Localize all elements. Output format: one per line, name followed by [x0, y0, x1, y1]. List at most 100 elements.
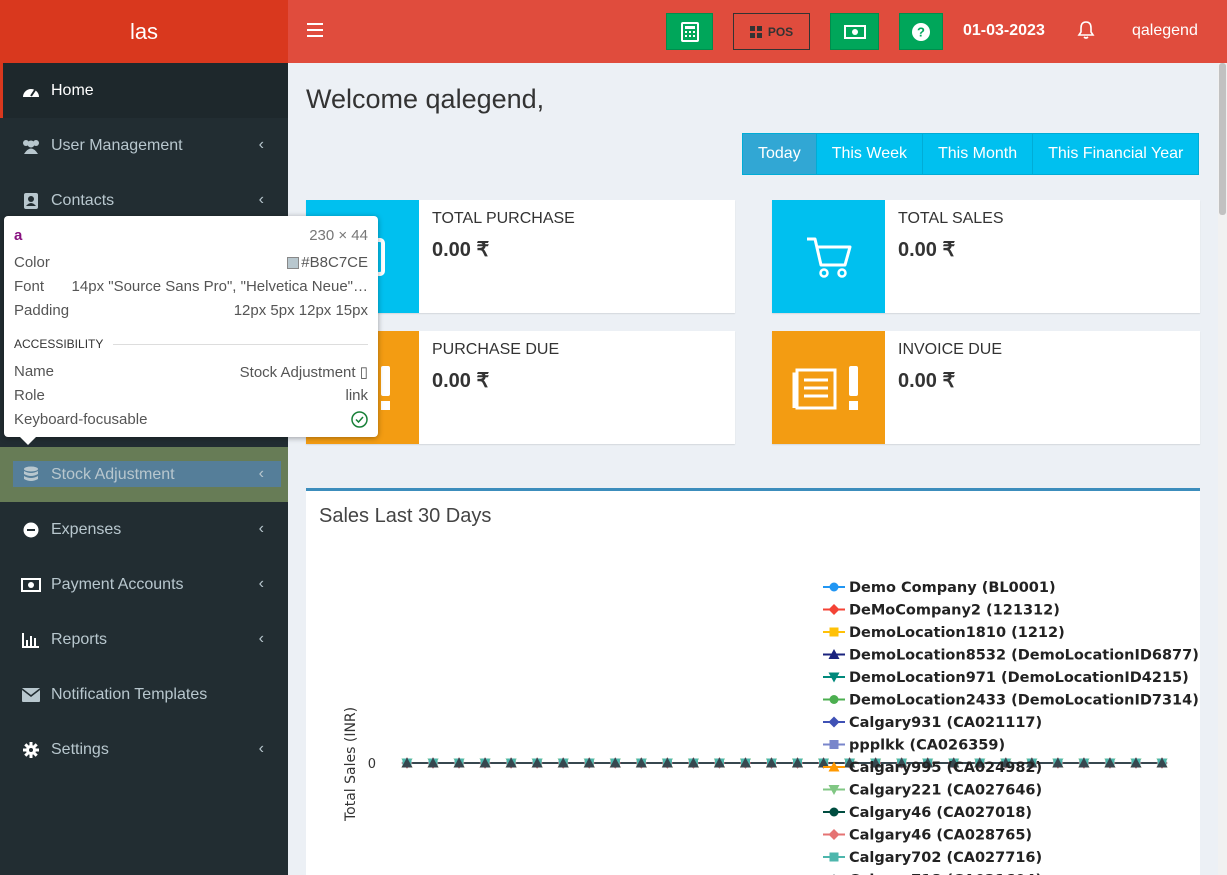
tooltip-role-label: Role [14, 387, 45, 404]
notifications-bell-icon[interactable] [1077, 20, 1095, 45]
sidebar-item-notification-templates[interactable]: Notification Templates [0, 667, 288, 722]
invoice-due-box: INVOICE DUE 0.00 ₹ [772, 331, 1200, 444]
legend-label: Demo Company (BL0001) [849, 580, 1056, 596]
sidebar-item-settings[interactable]: Settings ‹ [0, 722, 288, 777]
legend-marker [828, 829, 840, 840]
dashboard-icon [21, 81, 41, 101]
tooltip-tag: a [14, 227, 23, 244]
question-circle-icon: ? [912, 22, 930, 41]
sidebar-item-payment-accounts[interactable]: Payment Accounts ‹ [0, 557, 288, 612]
sidebar-item-reports[interactable]: Reports ‹ [0, 612, 288, 667]
legend-label: DemoLocation8532 (DemoLocationID6877) [849, 648, 1199, 664]
chevron-left-icon: ‹ [258, 520, 264, 537]
calculator-icon [680, 21, 699, 42]
filter-today-button[interactable]: Today [743, 134, 816, 174]
tooltip-name-value: Stock Adjustment ▯ [239, 364, 368, 381]
tooltip-keyboard-label: Keyboard-focusable [14, 411, 148, 428]
legend-marker [829, 582, 839, 592]
page-scrollbar[interactable] [1218, 63, 1227, 875]
date-filter-group: Today This Week This Month This Financia… [742, 133, 1200, 175]
sidebar-item-label: Settings [51, 740, 109, 758]
sidebar-item-label: Payment Accounts [51, 575, 184, 593]
grid-icon [749, 25, 762, 38]
chevron-left-icon: ‹ [258, 740, 264, 757]
legend-label: Calgary995 (CA024982) [849, 760, 1042, 776]
legend-label: Calgary931 (CA021117) [849, 715, 1042, 731]
legend-label: Calgary46 (CA027018) [849, 805, 1032, 821]
calculator-button[interactable] [666, 13, 713, 50]
inspect-tooltip: a 230 × 44 Color #B8C7CE Font 14px "Source … [4, 216, 378, 445]
current-date: 01-03-2023 [963, 22, 1045, 39]
tooltip-color-label: Color [14, 254, 50, 271]
sales-icon-box [772, 200, 885, 313]
bar-chart-icon [21, 630, 41, 650]
sidebar-item-label: Contacts [51, 191, 115, 209]
total-sales-box: TOTAL SALES 0.00 ₹ [772, 200, 1200, 313]
svg-text:?: ? [917, 24, 925, 39]
legend-marker [829, 740, 839, 749]
check-circle-icon [351, 411, 368, 428]
sales-chart-box: Sales Last 30 Days Total Sales (INR) 0 Dem… [306, 488, 1200, 875]
sidebar-item-label: User Management [51, 136, 183, 154]
shopping-cart-icon [806, 237, 851, 278]
legend-label: Calgary702 (CA027716) [849, 850, 1042, 866]
tooltip-name-label: Name [14, 363, 55, 380]
top-navbar: POS ? 01-03-2023 qalegend [288, 0, 1227, 63]
database-icon [21, 465, 41, 485]
box-value: 0.00 ₹ [898, 370, 956, 392]
box-value: 0.00 ₹ [898, 239, 956, 261]
gear-icon [21, 740, 41, 760]
sidebar-item-stock-adjustment[interactable]: Stock Adjustment ‹ [0, 447, 288, 502]
legend-label: DemoLocation971 (DemoLocationID4215) [849, 670, 1189, 686]
legend-marker [829, 695, 839, 704]
money-icon [843, 24, 866, 39]
legend-label: Calgary46 (CA028765) [849, 828, 1032, 844]
legend-marker [829, 627, 839, 637]
tooltip-font-value: 14px "Source Sans Pro", "Helvetica Neue"… [71, 278, 368, 295]
tooltip-section-title: ACCESSIBILITY [14, 337, 104, 351]
tooltip-size: 230 × 44 [309, 227, 368, 244]
box-value: 0.00 ₹ [432, 370, 490, 392]
legend-marker [828, 604, 840, 615]
legend-label: ppplkk (CA026359) [849, 738, 1005, 754]
tooltip-padding-value: 12px 5px 12px 15px [233, 302, 368, 319]
tooltip-role-value: link [345, 387, 368, 404]
address-book-icon [21, 191, 41, 211]
box-label: TOTAL PURCHASE [432, 210, 575, 227]
y-tick-label: 0 [368, 757, 376, 772]
tooltip-padding-label: Padding [14, 302, 70, 319]
invoice-due-icon-box [772, 331, 885, 444]
box-label: PURCHASE DUE [432, 341, 560, 358]
filter-financial-year-button[interactable]: This Financial Year [1032, 134, 1199, 174]
box-label: INVOICE DUE [898, 341, 1003, 358]
pos-button[interactable]: POS [733, 13, 810, 50]
user-menu[interactable]: qalegend [1132, 22, 1198, 40]
sidebar-toggle-icon[interactable] [307, 23, 323, 37]
color-swatch [287, 256, 300, 269]
tooltip-font-label: Font [14, 278, 45, 295]
sidebar-item-label: Expenses [51, 520, 122, 538]
chevron-left-icon: ‹ [258, 630, 264, 647]
legend-label: DemoLocation2433 (DemoLocationID7314) [849, 693, 1199, 709]
app-logo[interactable]: las [0, 0, 288, 63]
cash-register-button[interactable] [830, 13, 879, 50]
sidebar-item-expenses[interactable]: Expenses ‹ [0, 502, 288, 557]
tooltip-color-value: #B8C7CE [301, 254, 368, 271]
scrollbar-thumb[interactable] [1219, 63, 1226, 215]
minus-circle-icon [21, 520, 41, 540]
legend-marker [828, 716, 840, 728]
legend-label: DemoLocation1810 (1212) [849, 625, 1065, 641]
chevron-left-icon: ‹ [258, 136, 264, 153]
sidebar-item-label: Notification Templates [51, 685, 208, 703]
sidebar-item-user-management[interactable]: User Management ‹ [0, 118, 288, 173]
sidebar-item-home[interactable]: Home [0, 63, 288, 118]
money-icon [21, 575, 41, 595]
filter-this-week-button[interactable]: This Week [815, 134, 922, 174]
chevron-left-icon: ‹ [258, 575, 264, 592]
help-button[interactable]: ? [899, 13, 943, 50]
logo-text: las [129, 18, 159, 44]
sidebar: Home User Management ‹ Contacts ‹ Stock … [0, 63, 288, 875]
chevron-left-icon: ‹ [258, 191, 264, 208]
welcome-heading: Welcome qalegend, [306, 84, 545, 114]
filter-this-month-button[interactable]: This Month [921, 134, 1033, 174]
